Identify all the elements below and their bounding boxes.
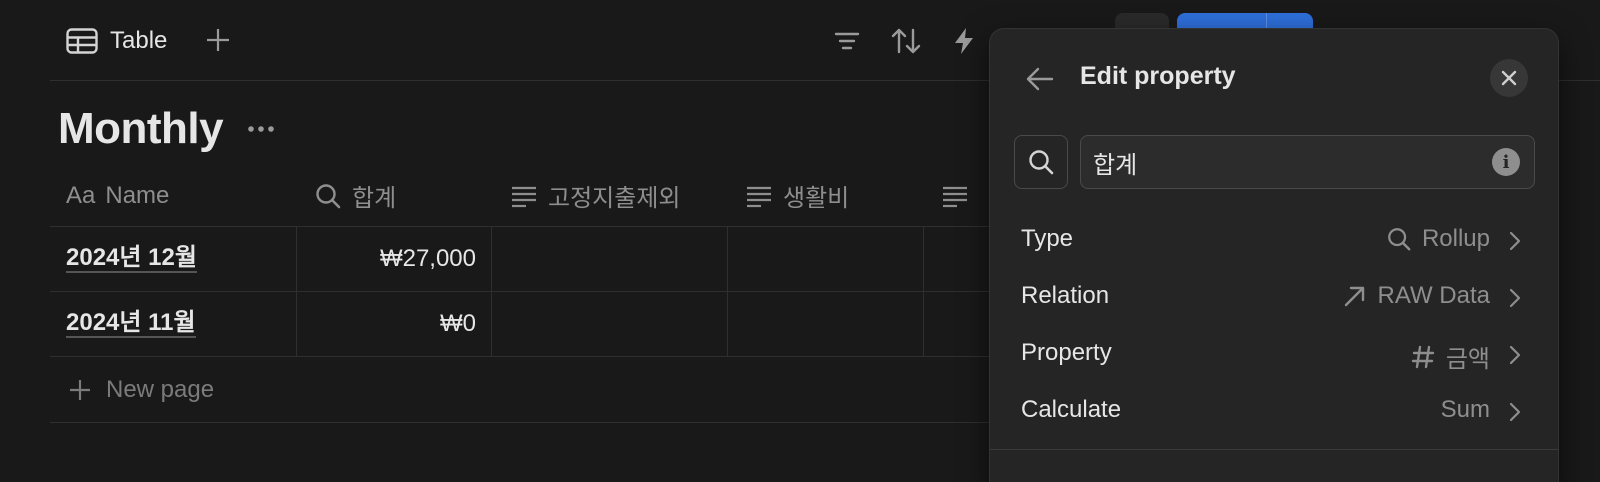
row-total-cell[interactable]: ₩27,000 bbox=[296, 227, 476, 291]
search-icon bbox=[314, 182, 342, 210]
rollup-property-row[interactable]: Property 금액 bbox=[990, 331, 1558, 379]
lines-icon bbox=[941, 184, 969, 208]
arrow-up-right-icon bbox=[1342, 283, 1368, 309]
row-total-cell[interactable]: ₩0 bbox=[296, 292, 476, 356]
table-icon bbox=[66, 28, 98, 54]
chevron-right-icon bbox=[1507, 287, 1523, 309]
table-row[interactable]: 2024년 11월 ₩0 bbox=[50, 292, 1000, 357]
back-button[interactable] bbox=[1024, 63, 1056, 95]
row-name-cell[interactable]: 2024년 11월 bbox=[66, 292, 196, 356]
column-label: 고정지출제외 bbox=[548, 185, 681, 212]
row-value-text: 금액 bbox=[1445, 346, 1490, 373]
column-header-name[interactable]: Aa Name bbox=[66, 164, 169, 227]
cell-divider bbox=[727, 227, 728, 291]
database-table: Aa Name 합계 고정지출제외 생활비 2024년 12월 ₩27,000 … bbox=[50, 164, 1000, 423]
row-value-text: Sum bbox=[1440, 396, 1490, 423]
title-more-button[interactable] bbox=[246, 119, 276, 139]
row-name[interactable]: 2024년 11월 bbox=[66, 309, 196, 339]
automation-button[interactable] bbox=[952, 27, 980, 55]
cell-divider bbox=[923, 292, 924, 356]
column-header-partial[interactable] bbox=[941, 164, 979, 227]
edit-property-panel: Edit property i Type Rollup Relation bbox=[990, 29, 1558, 482]
column-header-living-cost[interactable]: 생활비 bbox=[745, 164, 849, 227]
lines-icon bbox=[510, 184, 538, 208]
new-page-label: New page bbox=[106, 375, 215, 403]
row-value-text: Rollup bbox=[1421, 225, 1490, 252]
calculate-row[interactable]: Calculate Sum bbox=[990, 388, 1558, 436]
info-icon[interactable]: i bbox=[1492, 148, 1520, 176]
property-icon-picker[interactable] bbox=[1014, 135, 1068, 189]
chevron-right-icon bbox=[1507, 401, 1523, 423]
table-header: Aa Name 합계 고정지출제외 생활비 bbox=[50, 164, 1000, 227]
chevron-right-icon bbox=[1507, 344, 1523, 366]
cell-divider bbox=[491, 292, 492, 356]
relation-row[interactable]: Relation RAW Data bbox=[990, 274, 1558, 322]
row-key: Type bbox=[1021, 225, 1074, 252]
panel-title: Edit property bbox=[1080, 62, 1236, 90]
view-tab-label: Table bbox=[110, 27, 168, 54]
lines-icon bbox=[745, 184, 773, 208]
chevron-right-icon bbox=[1507, 230, 1523, 252]
property-name-input[interactable] bbox=[1080, 135, 1535, 189]
cell-divider bbox=[727, 292, 728, 356]
search-icon bbox=[1027, 148, 1055, 176]
column-label: 생활비 bbox=[783, 185, 850, 212]
panel-divider bbox=[990, 449, 1558, 450]
close-icon bbox=[1501, 70, 1517, 86]
row-name[interactable]: 2024년 12월 bbox=[66, 244, 197, 274]
row-value: RAW Data bbox=[1342, 282, 1490, 310]
filter-icon bbox=[833, 27, 861, 55]
table-row[interactable]: 2024년 12월 ₩27,000 bbox=[50, 227, 1000, 292]
view-tab-table[interactable]: Table bbox=[66, 25, 167, 57]
column-label: Name bbox=[105, 181, 170, 209]
row-key: Relation bbox=[1021, 282, 1110, 309]
text-aa-icon: Aa bbox=[66, 181, 96, 209]
cell-divider bbox=[923, 227, 924, 291]
sort-button[interactable] bbox=[890, 27, 921, 55]
column-label: 합계 bbox=[352, 185, 397, 212]
filter-button[interactable] bbox=[833, 27, 861, 55]
row-value: 금액 bbox=[1410, 339, 1490, 374]
row-key: Calculate bbox=[1021, 396, 1122, 423]
close-button[interactable] bbox=[1490, 59, 1528, 97]
arrow-left-icon bbox=[1024, 63, 1056, 95]
hash-icon bbox=[1410, 344, 1436, 370]
new-page-button[interactable]: New page bbox=[50, 357, 1000, 423]
column-header-fixed-excluded[interactable]: 고정지출제외 bbox=[510, 164, 680, 227]
row-key: Property bbox=[1021, 339, 1112, 366]
sort-icon bbox=[890, 27, 921, 55]
row-name-cell[interactable]: 2024년 12월 bbox=[66, 227, 197, 291]
lightning-icon bbox=[952, 27, 980, 55]
row-value: Sum bbox=[1441, 396, 1490, 424]
plus-icon bbox=[205, 27, 231, 53]
column-header-total[interactable]: 합계 bbox=[314, 164, 396, 227]
plus-icon bbox=[68, 378, 92, 402]
row-value: Rollup bbox=[1386, 225, 1490, 253]
property-type-row[interactable]: Type Rollup bbox=[990, 217, 1558, 265]
add-view-button[interactable] bbox=[205, 27, 231, 53]
cell-divider bbox=[491, 227, 492, 291]
ellipsis-icon bbox=[246, 119, 276, 139]
database-title[interactable]: Monthly bbox=[58, 104, 224, 154]
row-value-text: RAW Data bbox=[1377, 282, 1490, 309]
search-icon bbox=[1386, 226, 1412, 252]
